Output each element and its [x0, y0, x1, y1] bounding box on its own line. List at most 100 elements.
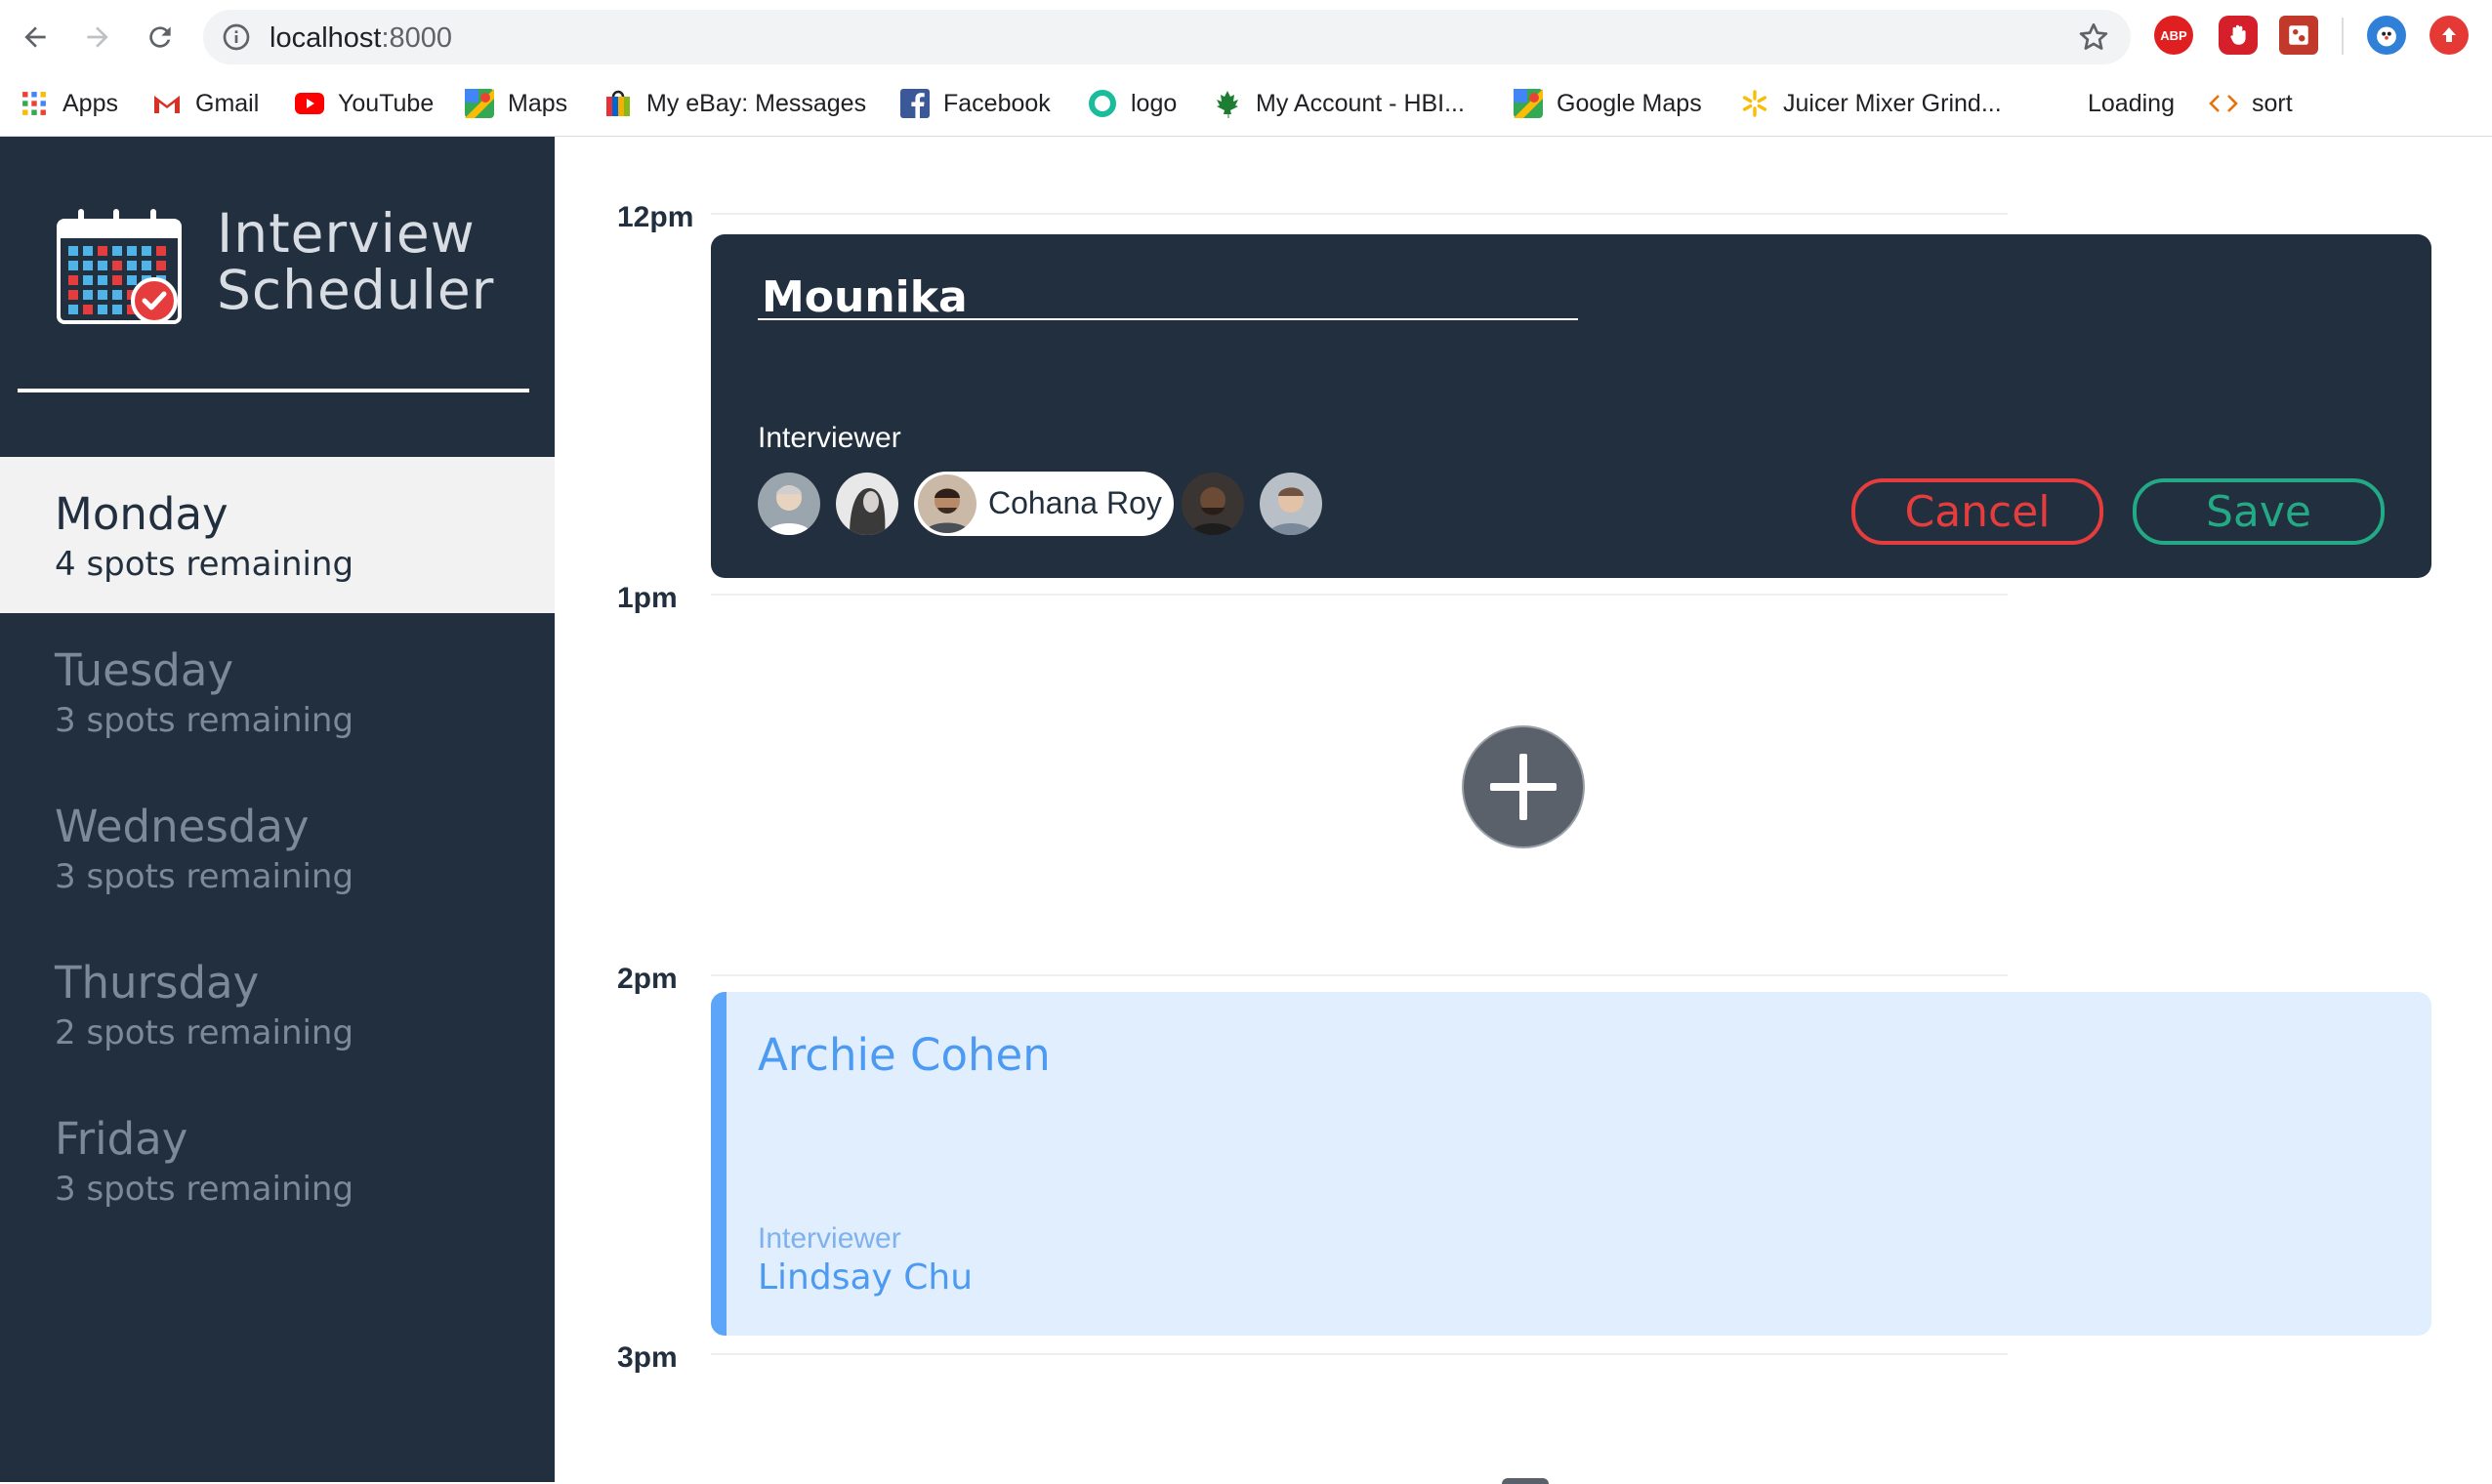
hour-divider: [711, 594, 2008, 596]
add-appointment-button[interactable]: [1461, 724, 1586, 849]
bookmark-label: Apps: [62, 89, 118, 117]
logo-grid-cell: [142, 246, 151, 256]
bookmark-sort[interactable]: sort: [2209, 84, 2293, 123]
ebay-icon: [603, 89, 633, 118]
bookmark-label: Juicer Mixer Grind...: [1783, 89, 2002, 117]
bookmark-label: YouTube: [338, 89, 435, 117]
interviewer-avatar[interactable]: [1260, 473, 1322, 535]
logo-grid-cell: [127, 275, 137, 285]
hour-divider: [711, 1353, 2008, 1355]
hour-divider: [711, 974, 2008, 976]
info-icon[interactable]: [221, 21, 252, 58]
logo-grid-cell: [68, 261, 78, 270]
interviewer-label: Interviewer: [758, 422, 901, 454]
logo-grid-cell: [98, 305, 107, 314]
bookmark-apps[interactable]: Apps: [20, 84, 118, 123]
ring-logo-icon: [1088, 89, 1117, 118]
selected-interviewer[interactable]: Cohana Roy: [914, 472, 1174, 536]
bookmark-maps[interactable]: Maps: [465, 84, 567, 123]
logo-grid-cell: [98, 290, 107, 300]
cancel-button[interactable]: Cancel: [1851, 478, 2103, 545]
bookmark-logo[interactable]: logo: [1088, 84, 1177, 123]
interviewer-avatar[interactable]: [758, 473, 820, 535]
sidebar-divider: [18, 389, 529, 392]
day-item-monday[interactable]: Monday 4 spots remaining: [0, 457, 555, 613]
logo-grid-cell: [156, 246, 166, 256]
bookmark-youtube[interactable]: YouTube: [295, 84, 434, 123]
forward-button[interactable]: [74, 14, 121, 61]
appointment-card[interactable]: Archie Cohen Interviewer Lindsay Chu: [711, 992, 2431, 1336]
logo-grid-cell: [127, 246, 137, 256]
maple-leaf-icon: [1213, 89, 1242, 118]
day-item-thursday[interactable]: Thursday 2 spots remaining: [0, 926, 555, 1082]
browser-toolbar: localhost:8000 ABP: [0, 0, 2492, 74]
bookmark-label: Maps: [508, 89, 568, 117]
youtube-icon: [295, 89, 324, 118]
logo-grid-cell: [98, 246, 107, 256]
back-button[interactable]: [12, 14, 59, 61]
arrow-right-icon: [87, 26, 108, 48]
code-brackets-icon: [2209, 89, 2238, 118]
bookmark-label: sort: [2252, 89, 2293, 117]
day-name: Friday: [55, 1113, 188, 1165]
sidebar: Interview Scheduler Monday 4 spots remai…: [0, 137, 555, 1482]
address-bar[interactable]: localhost:8000: [203, 10, 2131, 64]
next-add-button-edge[interactable]: [1502, 1478, 1549, 1484]
bookmark-ebay[interactable]: My eBay: Messages: [603, 84, 866, 123]
bookmark-label: My Account - HBI...: [1256, 89, 1465, 117]
bookmark-google-maps[interactable]: Google Maps: [1514, 84, 1702, 123]
bookmark-label: Gmail: [195, 89, 260, 117]
reload-button[interactable]: [137, 14, 184, 61]
logo-grid-cell: [68, 290, 78, 300]
url-text[interactable]: localhost:8000: [270, 22, 452, 55]
calendar-logo-icon: [57, 207, 184, 333]
bookmark-label: Google Maps: [1557, 89, 1702, 117]
day-spots: 2 spots remaining: [55, 1013, 354, 1052]
appointment-interviewer-name: Lindsay Chu: [758, 1257, 974, 1298]
app-title-line1: Interview: [217, 202, 476, 265]
apps-grid-icon: [20, 89, 49, 118]
logo-grid-cell: [142, 261, 151, 270]
day-item-tuesday[interactable]: Tuesday 3 spots remaining: [0, 613, 555, 769]
logo-grid-cell: [112, 305, 122, 314]
hour-label: 3pm: [617, 1341, 678, 1374]
maps-icon: [465, 89, 494, 118]
bookmarks-bar: Apps Gmail YouTube Maps My eBay: Message…: [0, 74, 2492, 138]
appointment-accent-bar: [711, 992, 727, 1336]
plus-icon: [1462, 725, 1585, 848]
logo-grid-cell: [112, 290, 122, 300]
bookmark-juicer[interactable]: Juicer Mixer Grind...: [1740, 84, 2002, 123]
day-name: Monday: [55, 488, 228, 540]
profile-avatar[interactable]: [2367, 16, 2406, 55]
logo-grid-cell: [83, 246, 93, 256]
bookmark-label: Loading: [2088, 89, 2175, 117]
bookmark-label: logo: [1131, 89, 1178, 117]
save-button[interactable]: Save: [2133, 478, 2385, 545]
adblock-extension[interactable]: ABP: [2154, 16, 2193, 55]
hour-label: 2pm: [617, 963, 678, 995]
bookmark-loading[interactable]: Loading: [2088, 84, 2175, 123]
bookmark-gmail[interactable]: Gmail: [152, 84, 259, 123]
day-item-friday[interactable]: Friday 3 spots remaining: [0, 1082, 555, 1238]
selected-interviewer-name: Cohana Roy: [988, 485, 1162, 520]
update-arrow-icon[interactable]: [2430, 16, 2469, 55]
logo-grid-cell: [98, 261, 107, 270]
bookmark-my-account[interactable]: My Account - HBI...: [1213, 84, 1465, 123]
day-spots: 3 spots remaining: [55, 857, 354, 896]
reload-icon: [149, 26, 171, 48]
maps-icon: [1514, 89, 1543, 118]
student-name-input[interactable]: [758, 275, 1578, 320]
toolbar-divider: [2342, 18, 2344, 55]
day-item-wednesday[interactable]: Wednesday 3 spots remaining: [0, 769, 555, 926]
day-spots: 4 spots remaining: [55, 545, 354, 584]
bookmark-facebook[interactable]: Facebook: [900, 84, 1051, 123]
bookmark-star-icon[interactable]: [2076, 20, 2111, 60]
logo-grid-cell: [83, 290, 93, 300]
interviewer-avatar[interactable]: [836, 473, 898, 535]
logo-grid-cell: [112, 261, 122, 270]
bookmark-label: Facebook: [943, 89, 1051, 117]
hand-stop-extension-icon[interactable]: [2219, 16, 2258, 55]
picture-extension-icon[interactable]: [2279, 16, 2318, 55]
gmail-icon: [152, 89, 182, 118]
interviewer-avatar[interactable]: [1182, 473, 1244, 535]
